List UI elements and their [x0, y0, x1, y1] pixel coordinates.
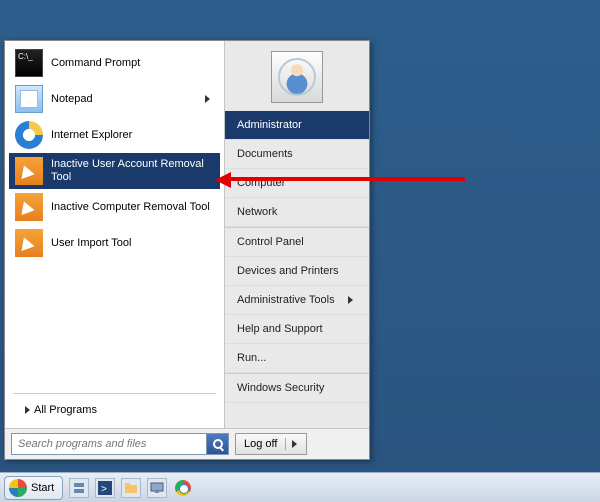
- right-item-label: Administrator: [237, 119, 302, 131]
- divider: [13, 393, 216, 394]
- start-menu-right-column: Administrator Documents Computer Network…: [225, 41, 369, 428]
- right-item-administrative-tools[interactable]: Administrative Tools: [225, 286, 369, 315]
- taskbar-icon-chrome[interactable]: [173, 478, 193, 498]
- chevron-right-icon: [292, 440, 297, 448]
- app-item-inactive-computer-removal-tool[interactable]: Inactive Computer Removal Tool: [9, 189, 220, 225]
- taskbar-icon-explorer[interactable]: [121, 478, 141, 498]
- right-item-label: Control Panel: [237, 236, 304, 248]
- logoff-options-button[interactable]: [286, 440, 306, 448]
- start-menu-left-column: C:\_ Command Prompt Notepad Internet Exp…: [5, 41, 225, 428]
- server-icon: [72, 481, 86, 495]
- user-picture-frame[interactable]: [271, 51, 323, 103]
- right-item-label: Administrative Tools: [237, 294, 335, 306]
- app-item-inactive-user-account-removal-tool[interactable]: Inactive User Account Removal Tool: [9, 153, 220, 189]
- notepad-icon: [15, 85, 43, 113]
- chevron-right-icon: [348, 296, 353, 304]
- taskbar: Start >: [0, 472, 600, 502]
- internet-explorer-icon: [15, 121, 43, 149]
- app-label: Inactive Computer Removal Tool: [51, 201, 214, 214]
- desktop-icon: [150, 481, 164, 495]
- logoff-label: Log off: [236, 438, 286, 450]
- right-item-windows-security[interactable]: Windows Security: [225, 374, 369, 403]
- taskbar-icon-show-desktop[interactable]: [147, 478, 167, 498]
- spacer: [9, 261, 220, 391]
- user-avatar-icon: [278, 58, 316, 96]
- start-menu-body: C:\_ Command Prompt Notepad Internet Exp…: [5, 41, 369, 428]
- chevron-right-icon: [25, 406, 30, 414]
- app-label: Notepad: [51, 93, 205, 106]
- command-prompt-icon: C:\_: [15, 49, 43, 77]
- start-menu: C:\_ Command Prompt Notepad Internet Exp…: [4, 40, 370, 460]
- search-box: [11, 433, 229, 455]
- windows-logo-icon: [9, 479, 27, 497]
- all-programs-label: All Programs: [34, 404, 97, 416]
- right-item-label: Run...: [237, 352, 266, 364]
- right-item-run[interactable]: Run...: [225, 344, 369, 373]
- chevron-right-icon: [205, 95, 210, 103]
- user-picture-area: [225, 41, 369, 111]
- search-icon: [213, 439, 223, 449]
- search-input[interactable]: [12, 434, 206, 454]
- right-item-control-panel[interactable]: Control Panel: [225, 228, 369, 257]
- app-label: Command Prompt: [51, 57, 214, 70]
- app-item-notepad[interactable]: Notepad: [9, 81, 220, 117]
- chrome-icon: [175, 480, 191, 496]
- logoff-button[interactable]: Log off: [235, 433, 307, 455]
- right-item-label: Documents: [237, 148, 293, 160]
- folder-icon: [124, 481, 138, 495]
- right-item-label: Help and Support: [237, 323, 323, 335]
- app-label: User Import Tool: [51, 237, 214, 250]
- app-item-internet-explorer[interactable]: Internet Explorer: [9, 117, 220, 153]
- taskbar-icon-server-manager[interactable]: [69, 478, 89, 498]
- powershell-icon: >: [98, 481, 112, 495]
- app-orange-icon: [15, 193, 43, 221]
- app-item-user-import-tool[interactable]: User Import Tool: [9, 225, 220, 261]
- app-orange-icon: [15, 229, 43, 257]
- right-item-computer[interactable]: Computer: [225, 169, 369, 198]
- start-button-label: Start: [31, 482, 54, 494]
- desktop: C:\_ Command Prompt Notepad Internet Exp…: [0, 0, 600, 502]
- app-item-command-prompt[interactable]: C:\_ Command Prompt: [9, 45, 220, 81]
- right-item-label: Devices and Printers: [237, 265, 339, 277]
- right-item-administrator[interactable]: Administrator: [225, 111, 369, 140]
- right-item-label: Windows Security: [237, 382, 324, 394]
- search-button[interactable]: [206, 434, 228, 454]
- app-label: Internet Explorer: [51, 129, 214, 142]
- start-button[interactable]: Start: [4, 476, 63, 500]
- all-programs-button[interactable]: All Programs: [9, 396, 220, 424]
- taskbar-icon-powershell[interactable]: >: [95, 478, 115, 498]
- start-menu-footer: Log off: [5, 428, 369, 459]
- right-item-label: Computer: [237, 177, 285, 189]
- app-orange-icon: [15, 157, 43, 185]
- right-item-label: Network: [237, 206, 277, 218]
- right-item-devices-and-printers[interactable]: Devices and Printers: [225, 257, 369, 286]
- right-item-documents[interactable]: Documents: [225, 140, 369, 169]
- right-item-network[interactable]: Network: [225, 198, 369, 227]
- right-item-help-and-support[interactable]: Help and Support: [225, 315, 369, 344]
- app-label: Inactive User Account Removal Tool: [51, 158, 214, 184]
- svg-text:>: >: [101, 484, 107, 495]
